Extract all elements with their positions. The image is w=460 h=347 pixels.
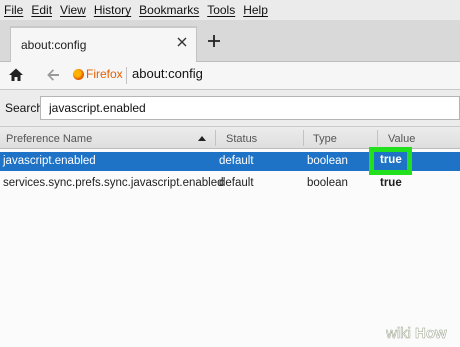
menu-help[interactable]: Help: [243, 3, 268, 17]
tab-title: about:config: [21, 38, 87, 52]
preferences-table: Preference Name Status Type Value javasc…: [0, 126, 460, 347]
svg-text:wiki: wiki: [386, 325, 411, 342]
plus-icon[interactable]: [206, 33, 222, 49]
url-divider: [126, 67, 127, 84]
search-row: Search:: [0, 90, 460, 126]
svg-text:How: How: [415, 325, 447, 342]
home-icon[interactable]: [8, 67, 24, 83]
table-row[interactable]: services.sync.prefs.sync.javascript.enab…: [0, 174, 460, 193]
column-divider: [303, 130, 304, 146]
pref-name: javascript.enabled: [3, 155, 96, 167]
pref-type: boolean: [307, 155, 348, 167]
menu-tools[interactable]: Tools: [207, 3, 235, 17]
column-type[interactable]: Type: [313, 133, 337, 145]
pref-value[interactable]: true: [380, 154, 402, 166]
column-status[interactable]: Status: [226, 133, 257, 145]
menu-file[interactable]: File: [4, 3, 23, 17]
firefox-icon: [73, 69, 84, 80]
menu-view[interactable]: View: [60, 3, 86, 17]
column-divider: [377, 130, 378, 146]
pref-status: default: [219, 155, 254, 167]
column-divider: [215, 130, 216, 146]
tab-strip: about:config: [0, 20, 460, 63]
identity-label[interactable]: Firefox: [86, 67, 123, 81]
url-bar[interactable]: about:config: [132, 66, 203, 81]
value-highlight: true: [369, 147, 412, 175]
menu-bookmarks[interactable]: Bookmarks: [139, 3, 199, 17]
menu-bar: File Edit View History Bookmarks Tools H…: [0, 0, 460, 20]
pref-value: true: [380, 177, 402, 189]
back-arrow-icon[interactable]: [45, 67, 61, 83]
tab-about-config[interactable]: about:config: [10, 26, 197, 63]
wikihow-watermark: wiki How: [386, 325, 447, 343]
pref-name: services.sync.prefs.sync.javascript.enab…: [3, 177, 224, 189]
menu-edit[interactable]: Edit: [31, 3, 52, 17]
menu-history[interactable]: History: [94, 3, 131, 17]
sort-up-icon: [198, 136, 206, 141]
close-icon[interactable]: [176, 36, 188, 48]
column-value[interactable]: Value: [388, 133, 415, 145]
pref-status: default: [219, 177, 254, 189]
pref-type: boolean: [307, 177, 348, 189]
table-row[interactable]: javascript.enabled default boolean true: [0, 147, 460, 175]
column-preference-name[interactable]: Preference Name: [6, 133, 92, 145]
nav-bar: Firefox about:config: [0, 62, 460, 90]
search-input[interactable]: [40, 96, 460, 120]
table-header: Preference Name Status Type Value: [0, 126, 460, 149]
